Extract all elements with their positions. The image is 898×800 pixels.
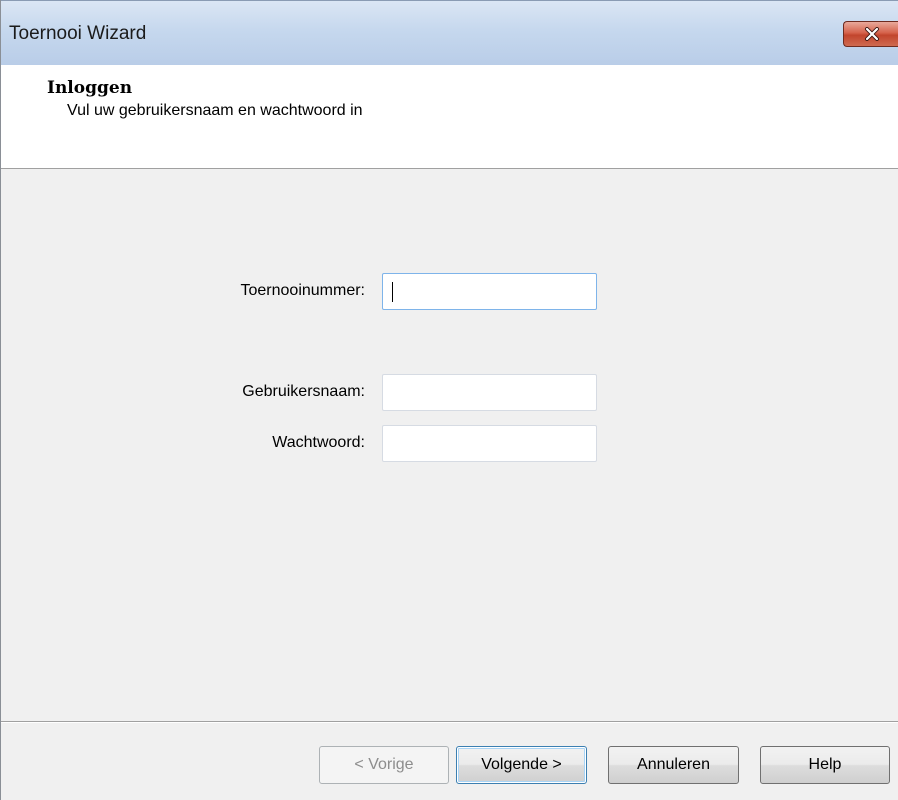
username-row: Gebruikersnaam: [1, 374, 898, 411]
wizard-header: Inloggen Vul uw gebruikersnaam en wachtw… [1, 65, 898, 169]
next-button[interactable]: Volgende > [456, 746, 587, 784]
form-area: Toernooinummer: Gebruikersnaam: Wachtwoo… [1, 169, 898, 721]
window-title: Toernooi Wizard [9, 23, 147, 44]
tournament-number-input[interactable] [382, 273, 597, 310]
tournament-number-label: Toernooinummer: [240, 282, 366, 299]
page-title: Inloggen [47, 78, 133, 98]
username-input[interactable] [382, 374, 597, 411]
password-input[interactable] [382, 425, 597, 462]
password-label: Wachtwoord: [272, 434, 365, 451]
text-caret [392, 282, 393, 302]
title-bar[interactable]: Toernooi Wizard [1, 0, 898, 65]
back-button[interactable]: < Vorige [319, 746, 449, 784]
footer-divider [1, 721, 898, 723]
close-x-icon [864, 27, 879, 41]
wizard-window: Toernooi Wizard Inloggen Vul uw gebruike… [0, 0, 898, 800]
page-subtitle: Vul uw gebruikersnaam en wachtwoord in [67, 102, 363, 119]
cancel-button[interactable]: Annuleren [608, 746, 739, 784]
password-row: Wachtwoord: [1, 425, 898, 462]
help-button[interactable]: Help [760, 746, 890, 784]
close-button[interactable] [843, 21, 898, 47]
username-label: Gebruikersnaam: [242, 383, 365, 400]
tournament-number-row: Toernooinummer: [1, 273, 898, 310]
